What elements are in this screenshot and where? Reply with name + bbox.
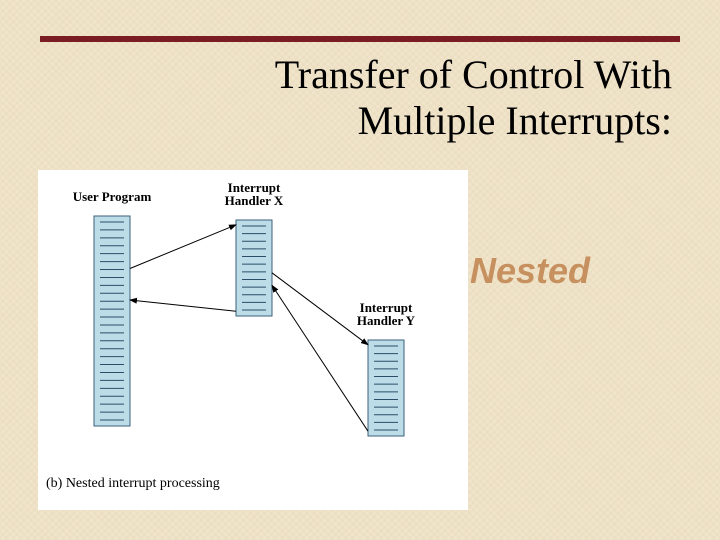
box-hx [236, 220, 272, 316]
label-user-0: User Program [73, 189, 152, 204]
title-line-1: Transfer of Control With [275, 52, 672, 97]
label-hy-1: Handler Y [357, 313, 416, 328]
title-line-2: Multiple Interrupts: [358, 98, 672, 143]
box-user [94, 216, 130, 426]
figure-caption: (b) Nested interrupt processing [46, 476, 468, 492]
page-title: Transfer of Control With Multiple Interr… [0, 52, 672, 144]
figure-nested-interrupt: User ProgramInterruptHandler XInterruptH… [38, 170, 468, 510]
diagram-svg: User ProgramInterruptHandler XInterruptH… [38, 170, 468, 470]
box-hy [368, 340, 404, 436]
arrow-1 [130, 300, 236, 311]
subtitle-nested: Nested [470, 250, 590, 292]
header-rule [40, 36, 680, 42]
arrow-3 [272, 285, 368, 431]
arrow-0 [130, 225, 236, 269]
arrow-2 [272, 273, 368, 345]
label-hx-1: Handler X [225, 193, 284, 208]
